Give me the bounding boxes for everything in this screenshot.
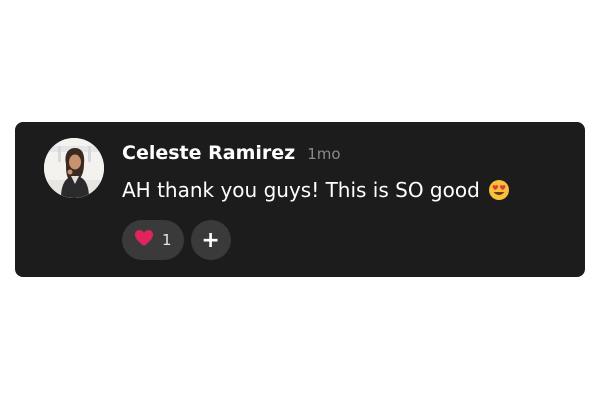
author-name[interactable]: Celeste Ramirez: [122, 142, 295, 164]
avatar-photo: [44, 138, 104, 198]
reaction-count: 1: [162, 231, 172, 249]
comment-header: Celeste Ramirez 1mo: [122, 142, 341, 164]
add-reaction-button[interactable]: +: [190, 220, 231, 260]
comment-card: Celeste Ramirez 1mo AH thank you guys! T…: [15, 122, 585, 277]
comment-message: AH thank you guys! This is SO good: [122, 178, 510, 202]
reactions-bar: 1 +: [122, 220, 231, 260]
avatar[interactable]: [44, 138, 104, 198]
heart-reaction-button[interactable]: 1: [122, 220, 184, 260]
plus-icon: +: [201, 227, 220, 253]
smiling-face-with-heart-eyes-icon: [488, 179, 510, 201]
comment-text: AH thank you guys! This is SO good: [122, 178, 480, 202]
red-heart-icon: [134, 229, 154, 251]
comment-timestamp[interactable]: 1mo: [307, 145, 340, 163]
